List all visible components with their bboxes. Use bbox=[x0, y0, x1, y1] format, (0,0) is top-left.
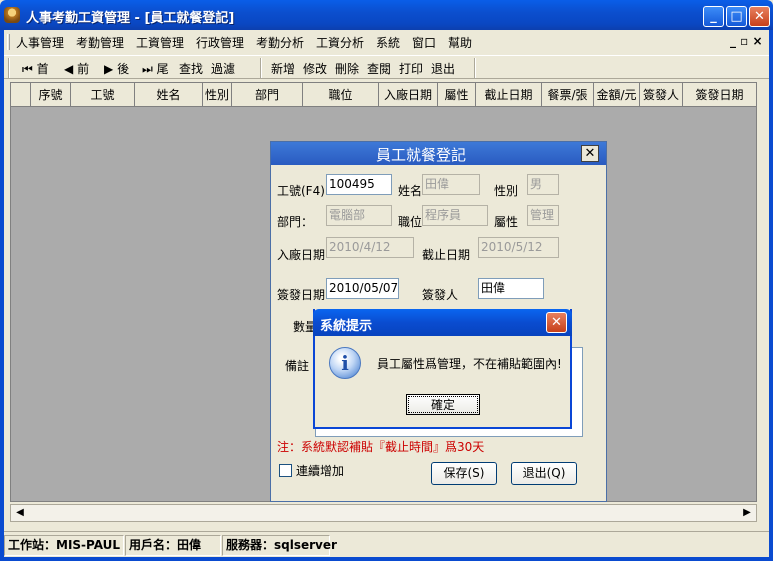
dialog-title: 員工就餐登記 bbox=[375, 146, 466, 164]
menu-payroll-analysis[interactable]: 工資分析 bbox=[316, 34, 364, 51]
status-station: 工作站：MIS-PAUL bbox=[4, 535, 124, 556]
attr-field[interactable]: 管理 bbox=[527, 205, 559, 226]
col-position[interactable]: 職位 bbox=[303, 83, 379, 107]
emp-no-label: 工號(F4) bbox=[277, 184, 325, 198]
issuer-field[interactable]: 田偉 bbox=[478, 278, 544, 299]
msgbox-title: 系統提示 bbox=[320, 319, 373, 334]
continuous-add-checkbox[interactable] bbox=[279, 464, 292, 477]
filter-button[interactable]: 過濾 bbox=[211, 60, 235, 77]
exit-button[interactable]: 退出 bbox=[431, 60, 455, 77]
view-button[interactable]: 查閱 bbox=[367, 60, 391, 77]
last-icon: ⏭ bbox=[142, 62, 153, 76]
print-button[interactable]: 打印 bbox=[399, 60, 423, 77]
exit-dialog-button[interactable]: 退出(Q) bbox=[511, 462, 577, 485]
app-icon bbox=[4, 7, 20, 23]
menu-window[interactable]: 窗口 bbox=[412, 34, 436, 51]
edit-button[interactable]: 修改 bbox=[303, 60, 327, 77]
save-button[interactable]: 保存(S) bbox=[431, 462, 497, 485]
menu-attendance-analysis[interactable]: 考勤分析 bbox=[256, 34, 304, 51]
first-icon: ⏮ bbox=[22, 62, 33, 76]
name-field[interactable]: 田偉 bbox=[422, 174, 480, 195]
dept-field[interactable]: 電腦部 bbox=[326, 205, 392, 226]
col-attr[interactable]: 屬性 bbox=[438, 83, 476, 107]
minimize-button[interactable]: _ bbox=[703, 6, 724, 27]
col-issue-date[interactable]: 簽發日期 bbox=[683, 83, 756, 107]
main-title-bar: 人事考勤工資管理 - [員工就餐登記] _ □ ✕ bbox=[0, 0, 773, 30]
grid-header: 序號 工號 姓名 性別 部門 職位 入廠日期 屬性 截止日期 餐票/張 金額/元… bbox=[11, 83, 756, 107]
nav-first-button[interactable]: ⏮ 首 bbox=[22, 60, 49, 77]
toolbar-separator bbox=[260, 58, 262, 78]
delete-button[interactable]: 刪除 bbox=[335, 60, 359, 77]
attr-label: 屬性 bbox=[494, 215, 519, 229]
info-icon: i bbox=[329, 347, 361, 379]
scroll-right-icon[interactable]: ▶ bbox=[739, 506, 755, 520]
ok-button[interactable]: 確定 bbox=[406, 394, 480, 415]
continuous-add-label[interactable]: 連續增加 bbox=[296, 462, 344, 479]
menu-attendance[interactable]: 考勤管理 bbox=[76, 34, 124, 51]
col-dept[interactable]: 部門 bbox=[232, 83, 303, 107]
system-prompt-dialog: 系統提示 ✕ i 員工屬性爲管理，不在補貼範圍內! 確定 bbox=[313, 309, 572, 429]
col-emp-no[interactable]: 工號 bbox=[71, 83, 135, 107]
join-date-field[interactable]: 2010/4/12 bbox=[326, 237, 414, 258]
msgbox-close-button[interactable]: ✕ bbox=[546, 312, 567, 333]
msgbox-title-bar: 系統提示 ✕ bbox=[313, 309, 572, 336]
status-bar: 工作站：MIS-PAUL 用戶名：田偉 服務器：sqlserver bbox=[4, 531, 769, 557]
issue-date-field[interactable]: 2010/05/07 bbox=[326, 278, 399, 299]
row-selector-header bbox=[11, 83, 31, 107]
col-seq[interactable]: 序號 bbox=[31, 83, 71, 107]
maximize-button[interactable]: □ bbox=[726, 6, 747, 27]
find-button[interactable]: 查找 bbox=[179, 60, 203, 77]
remark-label: 備註 bbox=[285, 359, 310, 373]
mdi-controls[interactable]: _ ▫ × bbox=[730, 34, 763, 48]
prev-icon: ◀ bbox=[64, 62, 74, 76]
menu-bar: 人事管理 考勤管理 工資管理 行政管理 考勤分析 工資分析 系統 窗口 幫助 _… bbox=[4, 31, 769, 53]
col-name[interactable]: 姓名 bbox=[135, 83, 203, 107]
window-frame-left bbox=[0, 30, 4, 561]
menu-system[interactable]: 系統 bbox=[376, 34, 400, 51]
nav-next-button[interactable]: ▶ 後 bbox=[104, 60, 129, 77]
horizontal-scrollbar[interactable]: ◀ ▶ bbox=[10, 504, 757, 522]
window-title: 人事考勤工資管理 - [員工就餐登記] bbox=[26, 11, 235, 26]
menu-payroll[interactable]: 工資管理 bbox=[136, 34, 184, 51]
window-frame-bottom bbox=[0, 557, 773, 561]
issue-date-label: 簽發日期 bbox=[277, 288, 326, 302]
menu-help[interactable]: 幫助 bbox=[448, 34, 472, 51]
name-label: 姓名 bbox=[398, 184, 423, 198]
add-button[interactable]: 新增 bbox=[271, 60, 295, 77]
position-label: 職位 bbox=[398, 215, 423, 229]
col-tickets[interactable]: 餐票/張 bbox=[542, 83, 594, 107]
menu-admin[interactable]: 行政管理 bbox=[196, 34, 244, 51]
nav-prev-button[interactable]: ◀ 前 bbox=[64, 60, 89, 77]
end-date-field[interactable]: 2010/5/12 bbox=[478, 237, 559, 258]
default-days-note: 注：系統默認補貼『截止時間』爲30天 bbox=[277, 440, 485, 454]
col-gender[interactable]: 性別 bbox=[203, 83, 232, 107]
window-frame-right bbox=[769, 30, 773, 561]
gender-field[interactable]: 男 bbox=[527, 174, 559, 195]
col-join-date[interactable]: 入廠日期 bbox=[379, 83, 438, 107]
next-icon: ▶ bbox=[104, 62, 114, 76]
col-issuer[interactable]: 簽發人 bbox=[640, 83, 683, 107]
menu-grip bbox=[7, 34, 10, 50]
col-amount[interactable]: 金額/元 bbox=[594, 83, 640, 107]
col-end-date[interactable]: 截止日期 bbox=[476, 83, 542, 107]
nav-last-button[interactable]: ⏭ 尾 bbox=[142, 60, 169, 77]
dialog-close-button[interactable]: ✕ bbox=[581, 145, 599, 162]
position-field[interactable]: 程序員 bbox=[422, 205, 488, 226]
toolbar-separator-end bbox=[474, 58, 476, 78]
end-date-label: 截止日期 bbox=[422, 248, 471, 262]
dialog-title-bar: 員工就餐登記 ✕ bbox=[271, 142, 606, 165]
msgbox-message: 員工屬性爲管理，不在補貼範圍內! bbox=[377, 357, 562, 371]
emp-no-field[interactable]: 100495 bbox=[326, 174, 392, 195]
toolbar-grip bbox=[8, 58, 10, 78]
close-button[interactable]: ✕ bbox=[749, 6, 770, 27]
dept-label: 部門： bbox=[277, 215, 314, 229]
scroll-left-icon[interactable]: ◀ bbox=[12, 506, 28, 520]
toolbar: ⏮ 首 ◀ 前 ▶ 後 ⏭ 尾 查找 過濾 新增 修改 刪除 查閱 打印 退出 bbox=[4, 55, 769, 79]
gender-label: 性別 bbox=[494, 184, 519, 198]
issuer-label: 簽發人 bbox=[422, 288, 459, 302]
menu-personnel[interactable]: 人事管理 bbox=[16, 34, 64, 51]
status-user: 用戶名：田偉 bbox=[125, 535, 221, 556]
join-date-label: 入廠日期 bbox=[277, 248, 326, 262]
status-server: 服務器：sqlserver bbox=[222, 535, 337, 556]
